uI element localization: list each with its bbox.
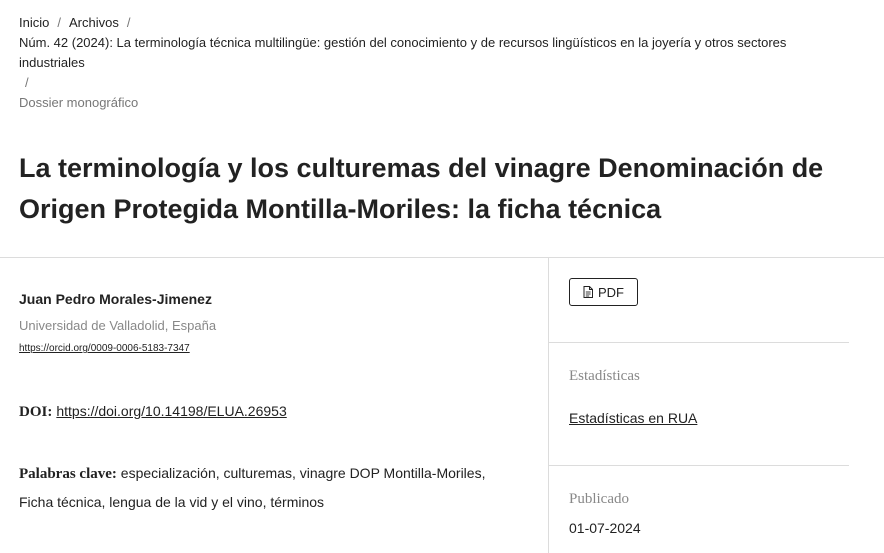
stats-rua-link[interactable]: Estadísticas en RUA: [569, 410, 697, 426]
page-title: La terminología y los culturemas del vin…: [19, 153, 824, 224]
breadcrumb-separator: /: [57, 15, 61, 30]
author-name: Juan Pedro Morales-Jimenez: [19, 291, 212, 307]
keywords-label: Palabras clave:: [19, 466, 117, 482]
breadcrumb-home-link[interactable]: Inicio: [19, 15, 49, 30]
doi-label: DOI:: [19, 404, 53, 420]
article-sidebar: PDF Estadísticas Estadísticas en RUA Pub…: [549, 258, 884, 553]
breadcrumb: Inicio / Archivos / Núm. 42 (2024): La term…: [19, 13, 839, 113]
orcid-link[interactable]: https://orcid.org/0009-0006-5183-7347: [19, 343, 190, 354]
published-heading: Publicado: [569, 491, 629, 507]
author-affiliation: Universidad de Valladolid, España: [19, 318, 217, 333]
pdf-button-label: PDF: [598, 284, 624, 300]
breadcrumb-separator: /: [126, 15, 131, 30]
breadcrumb-issue-link[interactable]: Núm. 42 (2024): La terminología técnica …: [19, 33, 839, 73]
pdf-button[interactable]: PDF: [569, 278, 638, 306]
keywords: Palabras clave: especialización, culture…: [19, 459, 519, 516]
sidebar-divider: [549, 342, 849, 343]
stats-heading: Estadísticas: [569, 368, 640, 384]
published-date: 01-07-2024: [569, 520, 641, 536]
breadcrumb-current-section: Dossier monográfico: [19, 95, 139, 110]
document-icon: [583, 286, 593, 298]
doi-link[interactable]: https://doi.org/10.14198/ELUA.26953: [56, 403, 286, 419]
breadcrumb-separator: /: [25, 75, 29, 90]
breadcrumb-archive-link[interactable]: Archivos: [69, 15, 119, 30]
sidebar-divider: [549, 465, 849, 466]
doi-row: DOI: https://doi.org/10.14198/ELUA.26953: [19, 403, 287, 421]
